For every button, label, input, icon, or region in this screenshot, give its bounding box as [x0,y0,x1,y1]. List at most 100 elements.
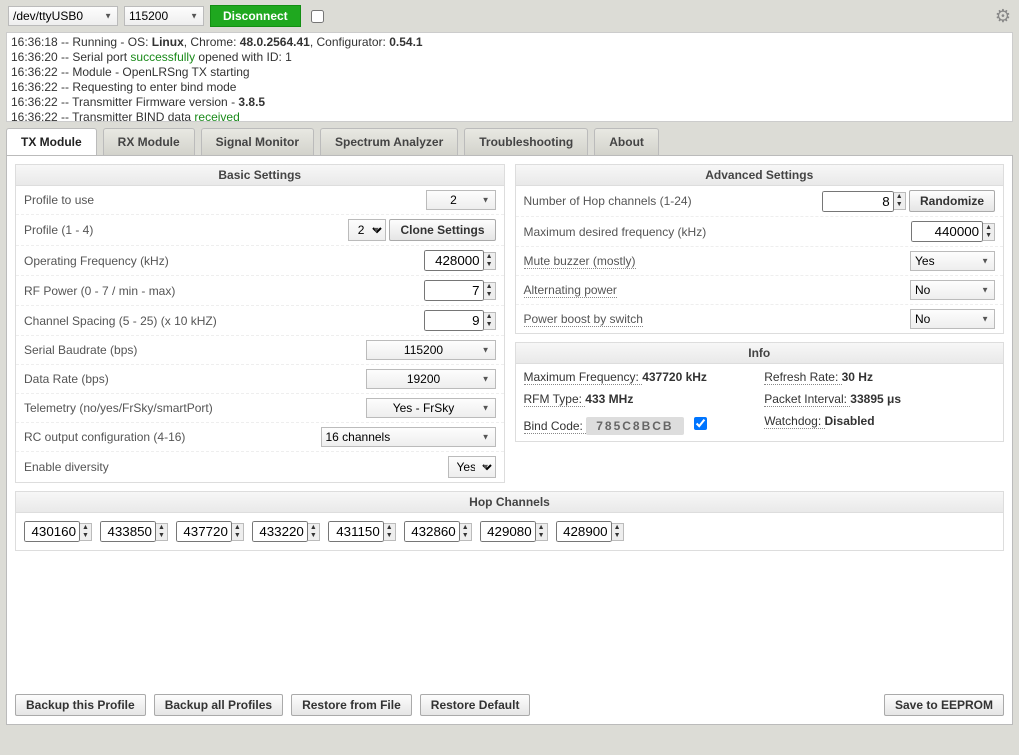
spinner[interactable]: ▲▼ [156,523,168,541]
hop-value-input[interactable] [24,521,80,542]
log-line: 16:36:20 -- Serial port successfully ope… [11,50,1008,65]
info-box: Info Maximum Frequency: 437720 kHz Refre… [515,342,1005,442]
log-area[interactable]: 16:36:18 -- Running - OS: Linux, Chrome:… [6,32,1013,122]
basic-settings: Basic Settings Profile to use 2 Profile … [15,164,505,483]
tab-about[interactable]: About [594,128,659,155]
profile-14-label: Profile (1 - 4) [24,223,348,237]
log-line: 16:36:22 -- Requesting to enter bind mod… [11,80,1008,95]
maxfreq-input[interactable] [911,221,983,242]
hopch-input[interactable] [822,191,894,212]
save-eeprom-button[interactable]: Save to EEPROM [884,694,1004,716]
bottom-bar: Backup this Profile Backup all Profiles … [15,694,1004,716]
profile-14-select[interactable]: 2 [348,219,386,241]
hop-channels: Hop Channels ▲▼ ▲▼ ▲▼ ▲▼ ▲▼ ▲▼ ▲▼ ▲▼ [15,491,1004,551]
chspacing-label: Channel Spacing (5 - 25) (x 10 kHZ) [24,314,424,328]
log-line: 16:36:22 -- Transmitter Firmware version… [11,95,1008,110]
profile-use-select[interactable]: 2 [426,190,496,210]
log-line: 16:36:22 -- Transmitter BIND data receiv… [11,110,1008,122]
boost-label: Power boost by switch [524,312,643,327]
tab-rx-module[interactable]: RX Module [103,128,195,155]
hop-input: ▲▼ [480,521,548,542]
hop-title: Hop Channels [16,492,1003,513]
hop-input: ▲▼ [252,521,320,542]
maxfreq-label: Maximum desired frequency (kHz) [524,225,912,239]
mute-select[interactable]: Yes [910,251,995,271]
bind-checkbox[interactable] [694,417,707,430]
chspacing-input[interactable] [424,310,484,331]
randomize-button[interactable]: Randomize [909,190,995,212]
opfreq-input[interactable] [424,250,484,271]
restore-default-button[interactable]: Restore Default [420,694,531,716]
spinner[interactable]: ▲▼ [612,523,624,541]
spinner[interactable]: ▲▼ [80,523,92,541]
restore-file-button[interactable]: Restore from File [291,694,412,716]
hop-value-input[interactable] [556,521,612,542]
altpower-select[interactable]: No [910,280,995,300]
diversity-select[interactable]: Yes [448,456,496,478]
spinner[interactable]: ▲▼ [308,523,320,541]
spinner[interactable]: ▲▼ [484,252,496,270]
spinner[interactable]: ▲▼ [460,523,472,541]
gear-icon[interactable]: ⚙ [995,6,1011,27]
rcout-label: RC output configuration (4-16) [24,430,321,444]
clone-settings-button[interactable]: Clone Settings [389,219,495,241]
info-refresh: Refresh Rate: 30 Hz [764,370,995,384]
hop-value-input[interactable] [328,521,384,542]
spinner[interactable]: ▲▼ [232,523,244,541]
baud-select[interactable]: 115200 [124,6,204,26]
backup-all-button[interactable]: Backup all Profiles [154,694,283,716]
info-title: Info [516,343,1004,364]
datarate-label: Data Rate (bps) [24,372,366,386]
info-wd: Watchdog: Disabled [764,414,995,435]
advanced-settings: Advanced Settings Number of Hop channels… [515,164,1005,334]
top-toolbar: /dev/ttyUSB0 115200 Disconnect ⚙ [0,0,1019,32]
hop-input: ▲▼ [328,521,396,542]
diversity-label: Enable diversity [24,460,448,474]
disconnect-button[interactable]: Disconnect [210,5,301,27]
tab-bar: TX ModuleRX ModuleSignal MonitorSpectrum… [6,128,1013,155]
spinner[interactable]: ▲▼ [484,312,496,330]
tab-signal-monitor[interactable]: Signal Monitor [201,128,314,155]
telemetry-select[interactable]: Yes - FrSky [366,398,496,418]
profile-use-label: Profile to use [24,193,426,207]
spinner[interactable]: ▲▼ [384,523,396,541]
port-select[interactable]: /dev/ttyUSB0 [8,6,118,26]
tab-troubleshooting[interactable]: Troubleshooting [464,128,588,155]
info-maxfreq: Maximum Frequency: 437720 kHz [524,370,755,384]
hop-value-input[interactable] [100,521,156,542]
opfreq-label: Operating Frequency (kHz) [24,254,424,268]
rcout-select[interactable]: 16 channels [321,427,496,447]
hop-value-input[interactable] [404,521,460,542]
hopch-label: Number of Hop channels (1-24) [524,194,822,208]
basic-title: Basic Settings [16,165,504,186]
hop-input: ▲▼ [24,521,92,542]
info-bind: Bind Code: 785C8BCB [524,414,755,435]
baud-select-basic[interactable]: 115200 [366,340,496,360]
spinner[interactable]: ▲▼ [983,223,995,241]
hop-value-input[interactable] [252,521,308,542]
altpower-label: Alternating power [524,283,617,298]
log-line: 16:36:18 -- Running - OS: Linux, Chrome:… [11,35,1008,50]
rfpower-label: RF Power (0 - 7 / min - max) [24,284,424,298]
telemetry-label: Telemetry (no/yes/FrSky/smartPort) [24,401,366,415]
hop-input: ▲▼ [556,521,624,542]
info-pkt: Packet Interval: 33895 μs [764,392,995,406]
backup-profile-button[interactable]: Backup this Profile [15,694,146,716]
info-rfm: RFM Type: 433 MHz [524,392,755,406]
hop-input: ▲▼ [100,521,168,542]
rfpower-input[interactable] [424,280,484,301]
spinner[interactable]: ▲▼ [536,523,548,541]
tab-spectrum-analyzer[interactable]: Spectrum Analyzer [320,128,458,155]
baud-label: Serial Baudrate (bps) [24,343,366,357]
mute-label: Mute buzzer (mostly) [524,254,636,269]
hop-value-input[interactable] [176,521,232,542]
spinner[interactable]: ▲▼ [484,282,496,300]
toolbar-checkbox[interactable] [311,10,324,23]
tab-tx-module[interactable]: TX Module [6,128,97,155]
hop-value-input[interactable] [480,521,536,542]
tab-panel: Basic Settings Profile to use 2 Profile … [6,155,1013,725]
datarate-select[interactable]: 19200 [366,369,496,389]
advanced-title: Advanced Settings [516,165,1004,186]
boost-select[interactable]: No [910,309,995,329]
spinner[interactable]: ▲▼ [894,192,906,210]
